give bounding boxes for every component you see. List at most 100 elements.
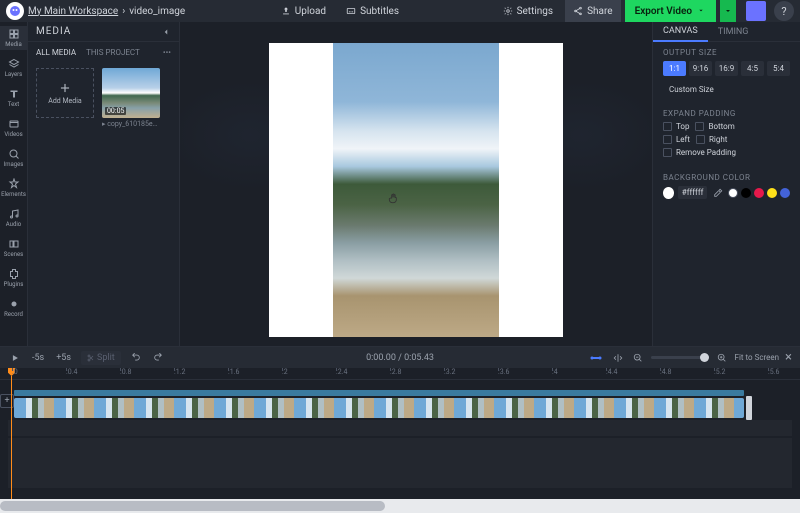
expand-padding-label: EXPAND PADDING: [663, 109, 790, 118]
add-media-label: Add Media: [48, 97, 81, 105]
custom-size-button[interactable]: Custom Size: [663, 82, 720, 97]
ruler-tick: :4.8: [660, 368, 671, 376]
export-label: Export Video: [635, 6, 692, 17]
media-title: MEDIA: [36, 26, 71, 37]
fit-to-screen-button[interactable]: Fit to Screen: [735, 353, 780, 362]
video-clip[interactable]: [14, 398, 744, 418]
pad-top-checkbox[interactable]: Top: [663, 122, 689, 131]
workspace-link[interactable]: My Main Workspace: [28, 6, 118, 17]
rail-elements[interactable]: Elements: [0, 176, 28, 200]
playhead[interactable]: [11, 376, 12, 499]
empty-track-1[interactable]: [8, 420, 792, 436]
back-5s-button[interactable]: -5s: [30, 351, 46, 365]
avatar[interactable]: [746, 1, 766, 21]
ruler-tick: :1.6: [228, 368, 239, 376]
subtitles-label: Subtitles: [360, 6, 399, 17]
close-timeline-button[interactable]: ×: [785, 350, 792, 365]
swatch-black[interactable]: [741, 188, 751, 198]
audio-track-clip[interactable]: [14, 390, 744, 396]
upload-label: Upload: [295, 6, 326, 17]
app-logo[interactable]: [6, 2, 24, 20]
empty-track-2[interactable]: [8, 438, 792, 488]
undo-button[interactable]: [129, 351, 143, 365]
timeline-ruler[interactable]: :0:0.4:0.8:1.2:1.6:2:2.4:2.8:3.2:3.6:4:4…: [0, 368, 800, 380]
ruler-tick: :3.2: [444, 368, 455, 376]
bg-hex-value[interactable]: #ffffff: [678, 186, 708, 199]
clip-filename: ▸ copy_610185e4…: [102, 118, 160, 128]
zoom-thumb[interactable]: [700, 353, 709, 362]
share-label: Share: [587, 6, 612, 17]
tab-timing[interactable]: TIMING: [708, 22, 759, 42]
rail-images[interactable]: Images: [0, 146, 28, 170]
canvas-area[interactable]: [180, 22, 652, 346]
ruler-tick: :1.2: [174, 368, 185, 376]
zoom-in-button[interactable]: [715, 351, 729, 365]
ratio-5-4[interactable]: 5:4: [767, 61, 790, 76]
share-button[interactable]: Share: [565, 0, 620, 22]
collapse-panel-button[interactable]: [161, 27, 171, 37]
ratio-4-5[interactable]: 4:5: [741, 61, 764, 76]
pad-right-checkbox[interactable]: Right: [696, 135, 727, 144]
rail-audio[interactable]: Audio: [0, 206, 28, 230]
eyedropper-button[interactable]: [711, 187, 724, 199]
swatch-blue[interactable]: [780, 188, 790, 198]
right-panel: CANVAS TIMING OUTPUT SIZE 1:1 9:16 16:9 …: [652, 22, 800, 346]
rail-layers[interactable]: Layers: [0, 56, 28, 80]
media-more-button[interactable]: •••: [163, 48, 171, 57]
video-preview[interactable]: [333, 43, 499, 337]
clip-thumbnail[interactable]: 00:05: [102, 68, 160, 118]
rail-text[interactable]: Text: [0, 86, 28, 110]
swatch-yellow[interactable]: [767, 188, 777, 198]
rail-videos[interactable]: Videos: [0, 116, 28, 140]
fwd-5s-button[interactable]: +5s: [54, 351, 73, 365]
ruler-tick: :0.8: [120, 368, 131, 376]
ruler-tick: :5.2: [714, 368, 725, 376]
scrollbar-thumb[interactable]: [0, 501, 385, 511]
upload-button[interactable]: Upload: [273, 0, 334, 22]
current-bg-swatch[interactable]: [663, 187, 674, 199]
export-menu-button[interactable]: [720, 0, 736, 22]
rail-record[interactable]: Record: [0, 296, 28, 320]
subtitles-button[interactable]: Subtitles: [338, 0, 407, 22]
clip-duration: 00:05: [105, 107, 126, 115]
rail-scenes[interactable]: Scenes: [0, 236, 28, 260]
ratio-9-16[interactable]: 9:16: [689, 61, 712, 76]
output-size-label: OUTPUT SIZE: [663, 48, 790, 57]
project-name[interactable]: video_image: [129, 6, 185, 17]
canvas-artboard[interactable]: [269, 43, 563, 337]
rail-media[interactable]: Media: [0, 26, 28, 50]
remove-padding-checkbox[interactable]: Remove Padding: [663, 148, 736, 157]
tab-all-media[interactable]: ALL MEDIA: [36, 48, 76, 57]
horizontal-scrollbar[interactable]: [0, 499, 800, 513]
time-display: 0:00.00 / 0:05.43: [366, 353, 434, 363]
timeline[interactable]: :0:0.4:0.8:1.2:1.6:2:2.4:2.8:3.2:3.6:4:4…: [0, 368, 800, 499]
swatch-red[interactable]: [754, 188, 764, 198]
zoom-slider[interactable]: [651, 356, 709, 359]
play-button[interactable]: [8, 351, 22, 365]
tab-this-project[interactable]: THIS PROJECT: [86, 48, 140, 57]
media-clip[interactable]: 00:05 ▸ copy_610185e4…: [102, 68, 160, 128]
help-button[interactable]: ?: [774, 1, 794, 21]
export-button[interactable]: Export Video: [625, 0, 716, 22]
timeline-toolbar: -5s +5s Split 0:00.00 / 0:05.43 Fit to S…: [0, 346, 800, 368]
ruler-tick: :0: [12, 368, 18, 376]
add-media-button[interactable]: Add Media: [36, 68, 94, 118]
center-playhead-button[interactable]: [611, 351, 625, 365]
rail-plugins[interactable]: Plugins: [0, 266, 28, 290]
snap-toggle[interactable]: [587, 351, 605, 365]
ratio-16-9[interactable]: 16:9: [715, 61, 738, 76]
pad-left-checkbox[interactable]: Left: [663, 135, 690, 144]
tab-canvas[interactable]: CANVAS: [653, 22, 708, 42]
ruler-tick: :2.4: [336, 368, 347, 376]
settings-button[interactable]: Settings: [495, 0, 562, 22]
zoom-out-button[interactable]: [631, 351, 645, 365]
pad-bottom-checkbox[interactable]: Bottom: [695, 122, 734, 131]
bg-color-label: BACKGROUND COLOR: [663, 173, 790, 182]
grab-cursor-icon: [387, 191, 401, 205]
redo-button[interactable]: [151, 351, 165, 365]
swatch-white[interactable]: [728, 188, 738, 198]
split-button[interactable]: Split: [81, 351, 121, 365]
aspect-ratio-group: 1:1 9:16 16:9 4:5 5:4: [663, 61, 790, 76]
ratio-1-1[interactable]: 1:1: [663, 61, 686, 76]
clip-trim-handle[interactable]: [746, 396, 752, 420]
